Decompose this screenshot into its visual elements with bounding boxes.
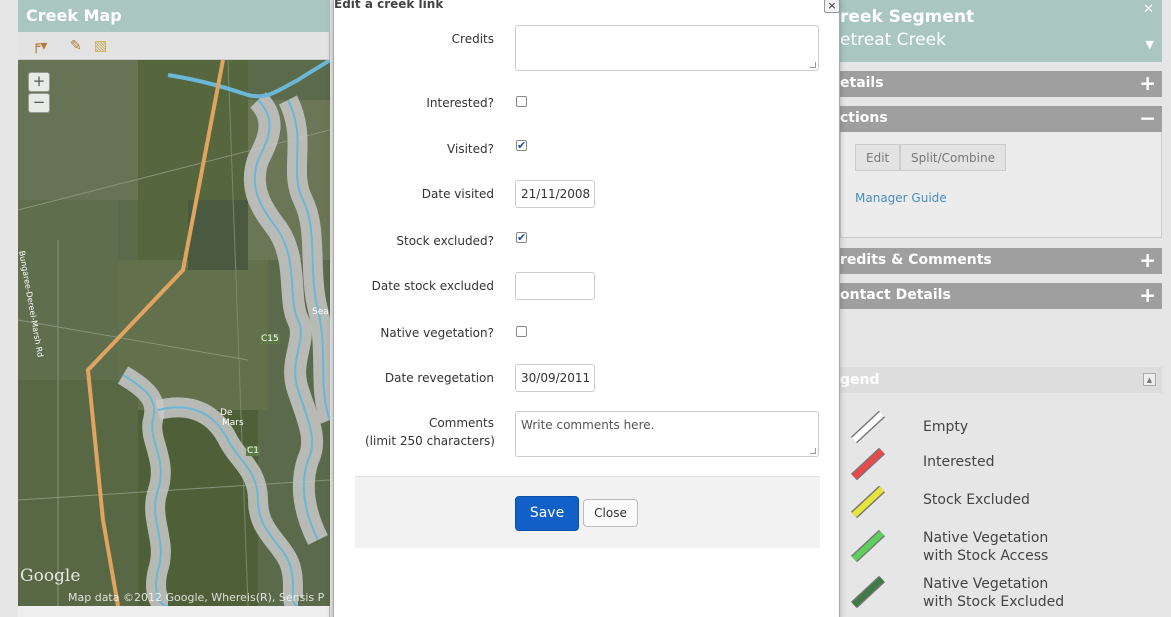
layer-tool-icon[interactable]: ▧	[94, 38, 107, 54]
credits-comments-section-header[interactable]: redits & Comments +	[840, 248, 1162, 274]
creek-map-panel: Creek Map ╒▾ ✎ ▧ + − Bungaree-Dereel-Mar…	[18, 0, 330, 617]
legend-header[interactable]: gend ▲	[840, 367, 1162, 393]
manager-guide-link[interactable]: Manager Guide	[855, 191, 947, 205]
dialog-footer: Save Close	[355, 476, 820, 548]
native-vegetation-label: Native vegetation?	[380, 326, 494, 340]
edit-creek-link-dialog: Edit a creek link × Credits Interested? …	[333, 0, 840, 617]
details-label: etails	[840, 75, 884, 91]
date-stock-excluded-label: Date stock excluded	[371, 279, 494, 293]
close-icon[interactable]: ✕	[1143, 2, 1154, 17]
actions-section-header[interactable]: ctions −	[840, 106, 1162, 132]
comments-label: Comments	[428, 416, 494, 430]
split-combine-button[interactable]: Split/Combine	[900, 144, 1006, 171]
plus-icon[interactable]: +	[1139, 283, 1156, 307]
map-panel-title: Creek Map	[18, 0, 329, 32]
stock-excluded-label: Stock excluded?	[396, 234, 494, 248]
interested-checkbox[interactable]	[516, 96, 527, 107]
stock-excluded-swatch-icon	[850, 485, 886, 519]
edit-button[interactable]: Edit	[855, 144, 901, 171]
native-veg-excluded-swatch-icon	[850, 575, 886, 609]
date-stock-excluded-input[interactable]	[515, 272, 595, 300]
plus-icon[interactable]: +	[1139, 248, 1156, 272]
actions-label: ctions	[840, 110, 888, 126]
town-label: De	[220, 408, 233, 418]
satellite-map[interactable]: + − Bungaree-Dereel-Marsh Rd C15 C1 De M…	[18, 60, 330, 606]
visited-checkbox[interactable]: ✔	[516, 140, 527, 151]
legend-label-interested: Interested	[923, 454, 995, 470]
comments-limit-label: (limit 250 characters)	[364, 434, 495, 448]
map-imagery	[18, 60, 330, 606]
legend-label-stock-excluded: Stock Excluded	[923, 492, 1030, 508]
map-toolbar: ╒▾ ✎ ▧	[18, 32, 329, 60]
close-button[interactable]: Close	[583, 499, 638, 527]
seal-label: Sea	[312, 307, 329, 317]
dialog-close-button[interactable]: ×	[824, 0, 840, 13]
zoom-in-button[interactable]: +	[28, 72, 50, 92]
date-revegetation-input[interactable]: 30/09/2011	[515, 364, 595, 392]
zoom-out-button[interactable]: −	[28, 93, 50, 113]
segment-header: reek Segment etreat Creek ✕ ▼	[840, 0, 1162, 62]
collapse-icon[interactable]: ▲	[1143, 373, 1156, 386]
actions-body: Edit Split/Combine Manager Guide	[840, 132, 1162, 238]
date-visited-input[interactable]: 21/11/2008	[515, 180, 595, 208]
map-data-attribution: Map data ©2012 Google, Whereis(R), Sensi…	[68, 591, 325, 604]
contact-details-section-header[interactable]: ontact Details +	[840, 283, 1162, 309]
segment-name[interactable]: etreat Creek	[840, 28, 1162, 52]
c1-label: C1	[246, 446, 261, 456]
date-revegetation-label: Date revegetation	[384, 371, 494, 385]
credits-textarea[interactable]	[515, 25, 819, 71]
chevron-down-icon[interactable]: ▼	[1146, 38, 1154, 51]
legend-label-native-veg: Native Vegetation	[923, 530, 1049, 546]
plus-icon[interactable]: +	[1139, 71, 1156, 95]
stock-excluded-checkbox[interactable]: ✔	[516, 232, 527, 243]
town-label-2: Mars	[222, 418, 244, 428]
credits-label: Credits	[451, 32, 494, 46]
legend-label-stock-excluded-2: with Stock Excluded	[923, 594, 1065, 610]
interested-swatch-icon	[850, 447, 886, 481]
segment-heading: reek Segment	[840, 7, 975, 27]
native-vegetation-checkbox[interactable]	[516, 326, 527, 337]
dialog-title: Edit a creek link	[334, 0, 444, 11]
legend-label: gend	[840, 372, 880, 388]
google-logo: Google	[20, 566, 81, 586]
comments-textarea[interactable]: Write comments here.	[515, 411, 819, 457]
legend-label-stock-access: with Stock Access	[923, 548, 1049, 564]
save-button[interactable]: Save	[515, 496, 579, 531]
draw-tool-icon[interactable]: ✎	[70, 38, 82, 54]
select-tool-icon[interactable]: ╒▾	[32, 38, 47, 54]
details-section-header[interactable]: etails +	[840, 71, 1162, 97]
date-visited-label: Date visited	[421, 187, 494, 201]
contact-details-label: ontact Details	[840, 287, 951, 303]
creek-segment-panel: reek Segment etreat Creek ✕ ▼ etails + c…	[840, 0, 1162, 617]
native-veg-access-swatch-icon	[850, 529, 886, 563]
minus-icon[interactable]: −	[1139, 106, 1156, 130]
c15-label: C15	[260, 334, 280, 344]
credits-comments-label: redits & Comments	[840, 252, 992, 268]
visited-label: Visited?	[447, 142, 494, 156]
legend-label-native-veg-2: Native Vegetation	[923, 576, 1049, 592]
interested-label: Interested?	[426, 96, 494, 110]
empty-swatch-icon	[850, 410, 886, 444]
legend-label-empty: Empty	[923, 419, 969, 435]
